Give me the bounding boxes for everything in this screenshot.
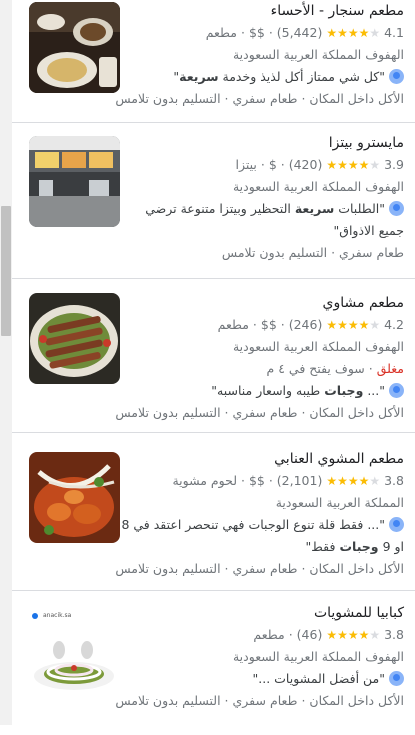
scrollbar-track[interactable] xyxy=(0,0,12,725)
reviewer-avatar-icon xyxy=(389,517,404,532)
service-options: الأكل داخل المكان · طعام سفري · التسليم … xyxy=(115,405,404,420)
rating-row: 3.8 ★★★★★ (2,101) · $$ · لحوم مشوية xyxy=(172,473,404,488)
review-snippet: "... وجبات طيبه واسعار مناسبه" xyxy=(114,380,404,402)
rating-value: 3.8 xyxy=(384,473,404,488)
price-level: $$ xyxy=(248,25,265,40)
kebab-onion-photo-icon[interactable]: anacik.sa xyxy=(29,610,120,701)
storefront-photo-icon[interactable] xyxy=(29,136,120,227)
place-name[interactable]: مطعم سنجار - الأحساء xyxy=(114,0,404,22)
place-name[interactable]: مايسترو بيتزا xyxy=(114,132,404,154)
address: الهفوف المملكة العربية السعودية xyxy=(232,649,404,664)
service-options: الأكل داخل المكان · طعام سفري · التسليم … xyxy=(115,693,404,708)
category: مطعم xyxy=(253,627,285,642)
star-rating-icon: ★★★★★ xyxy=(326,26,381,40)
category: مطعم xyxy=(205,25,238,40)
rating-row: 3.9 ★★★★★ (420) · $ · بيتزا xyxy=(235,157,405,172)
category: لحوم مشوية xyxy=(172,473,238,488)
thumb-caption: anacik.sa xyxy=(43,612,72,619)
result-card[interactable]: anacik.sa كبابيا للمشويات 3.8 ★★★★★ (46)… xyxy=(12,590,415,735)
review-snippet: "... فقط قلة تنوع الوجبات فهي تنحصر اعتق… xyxy=(121,517,404,554)
address: الهفوف المملكة العربية السعودية xyxy=(232,47,404,62)
review-count[interactable]: (46) xyxy=(297,627,323,642)
result-card[interactable]: مطعم مشاوي 4.2 ★★★★★ (246) · $$ · مطعم ا… xyxy=(12,278,415,433)
service-options: الأكل داخل المكان · طعام سفري · التسليم … xyxy=(115,561,404,576)
review-snippet: "كل شي ممتاز أكل لذيذ وخدمة سريعة" xyxy=(114,66,404,88)
star-rating-icon: ★★★★★ xyxy=(326,158,381,172)
reviewer-avatar-icon xyxy=(389,69,404,84)
star-rating-icon: ★★★★★ xyxy=(326,318,381,332)
result-card[interactable]: مطعم سنجار - الأحساء 4.1 ★★★★★ (5,442) ·… xyxy=(12,0,415,123)
price-level: $$ xyxy=(248,473,265,488)
category: مطعم xyxy=(217,317,249,332)
category: بيتزا xyxy=(235,157,257,172)
reviewer-avatar-icon xyxy=(389,383,404,398)
price-level: $ xyxy=(268,157,277,172)
place-name[interactable]: كبابيا للمشويات xyxy=(114,602,404,624)
review-count[interactable]: (420) xyxy=(289,157,323,172)
reviewer-avatar-icon xyxy=(389,671,404,686)
rating-row: 4.1 ★★★★★ (5,442) · $$ · مطعم xyxy=(205,25,404,40)
address: الهفوف المملكة العربية السعودية xyxy=(232,179,404,194)
opening-status: مغلق · سوف يفتح في ٤ م xyxy=(266,361,404,376)
kebab-platter-photo-icon[interactable] xyxy=(29,293,120,384)
grilled-food-photo-icon[interactable] xyxy=(29,452,120,543)
address: الهفوف المملكة العربية السعودية xyxy=(232,339,404,354)
reviewer-avatar-icon xyxy=(389,201,404,216)
review-count[interactable]: (2,101) xyxy=(277,473,323,488)
review-snippet: "الطلبات سريعة التحظير وبيتزا متنوعة ترض… xyxy=(145,201,404,238)
rating-value: 4.1 xyxy=(384,25,404,40)
price-level: $$ xyxy=(260,317,277,332)
review-snippet: "من أفضل المشويات ..." xyxy=(114,668,404,690)
rating-value: 3.9 xyxy=(384,157,404,172)
scrollbar-thumb[interactable] xyxy=(1,206,11,336)
review-count[interactable]: (246) xyxy=(289,317,323,332)
rating-value: 4.2 xyxy=(384,317,404,332)
review-count[interactable]: (5,442) xyxy=(277,25,323,40)
place-name[interactable]: مطعم المشوي العنابي xyxy=(114,448,404,470)
rating-row: 3.8 ★★★★★ (46) · مطعم xyxy=(253,627,404,642)
star-rating-icon: ★★★★★ xyxy=(326,474,381,488)
place-name[interactable]: مطعم مشاوي xyxy=(114,292,404,314)
result-card[interactable]: مطعم المشوي العنابي 3.8 ★★★★★ (2,101) · … xyxy=(12,432,415,591)
service-options: طعام سفري · التسليم بدون تلامس xyxy=(221,245,404,260)
service-options: الأكل داخل المكان · طعام سفري · التسليم … xyxy=(115,91,404,106)
address: المملكة العربية السعودية xyxy=(275,495,404,510)
result-card[interactable]: مايسترو بيتزا 3.9 ★★★★★ (420) · $ · بيتز… xyxy=(12,122,415,279)
closed-badge: مغلق xyxy=(376,361,404,376)
food-photo-icon[interactable] xyxy=(29,2,120,93)
rating-value: 3.8 xyxy=(384,627,404,642)
rating-row: 4.2 ★★★★★ (246) · $$ · مطعم xyxy=(217,317,404,332)
star-rating-icon: ★★★★★ xyxy=(326,628,381,642)
